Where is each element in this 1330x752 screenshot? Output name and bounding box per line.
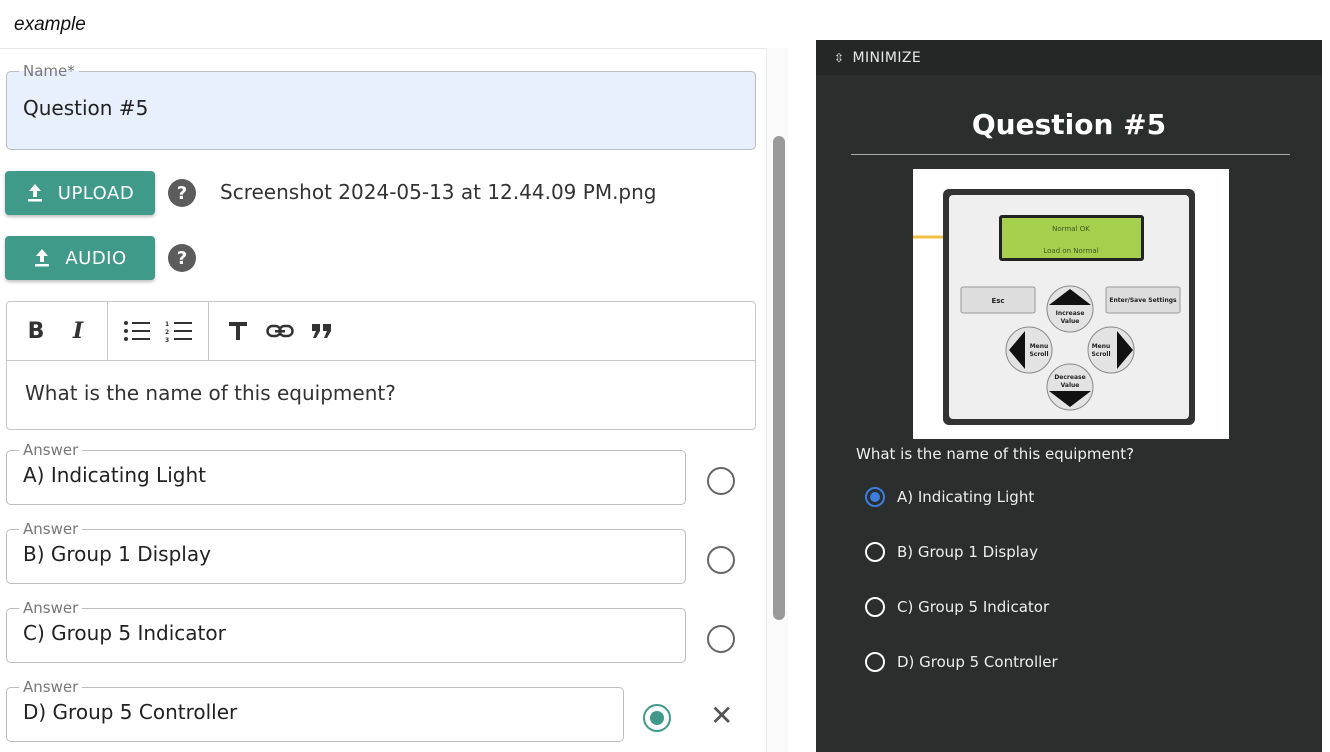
svg-text:Enter/Save Settings: Enter/Save Settings	[1109, 297, 1177, 304]
uploaded-filename: Screenshot 2024-05-13 at 12.44.09 PM.png	[220, 180, 657, 204]
lcd-line-2: Load on Normal	[1043, 247, 1098, 255]
preview-option-b[interactable]: B) Group 1 Display	[865, 542, 1038, 562]
upload-icon	[27, 184, 42, 202]
caption: example	[14, 14, 86, 35]
quote-icon[interactable]	[301, 311, 343, 351]
preview-option-c[interactable]: C) Group 5 Indicator	[865, 597, 1049, 617]
svg-text:Decrease: Decrease	[1054, 374, 1085, 381]
rich-text-toolbar: B I 123	[7, 302, 755, 361]
link-icon[interactable]	[259, 311, 301, 351]
answer-field-a[interactable]: Answer A) Indicating Light	[6, 443, 686, 505]
preview-divider	[851, 154, 1290, 155]
answer-label: Answer	[23, 678, 79, 696]
radio-icon[interactable]	[865, 542, 885, 562]
bold-icon[interactable]: B	[15, 311, 57, 351]
preview-option-a[interactable]: A) Indicating Light	[865, 487, 1034, 507]
scrollbar-thumb[interactable]	[773, 136, 785, 620]
svg-text:2: 2	[165, 329, 169, 336]
numbered-list-icon[interactable]: 123	[158, 311, 200, 351]
answer-label: Answer	[23, 520, 79, 538]
answer-value[interactable]: D) Group 5 Controller	[23, 700, 607, 724]
bulleted-list-icon[interactable]	[116, 311, 158, 351]
delete-answer-icon[interactable]: ✕	[710, 699, 733, 732]
upload-button[interactable]: UPLOAD	[5, 171, 155, 215]
answer-field-d[interactable]: Answer D) Group 5 Controller	[6, 680, 624, 742]
radio-icon[interactable]	[865, 597, 885, 617]
answer-value[interactable]: C) Group 5 Indicator	[23, 621, 669, 645]
upload-help-icon[interactable]: ?	[168, 179, 196, 207]
upload-icon	[35, 249, 50, 267]
minimize-bar[interactable]: ⇳ MINIMIZE	[816, 40, 1322, 75]
radio-selected-icon[interactable]	[865, 487, 885, 507]
svg-text:Menu: Menu	[1030, 343, 1049, 350]
correct-radio-a[interactable]	[707, 467, 735, 495]
minimize-label: MINIMIZE	[852, 49, 922, 66]
minimize-icon: ⇳	[834, 50, 845, 65]
name-field-value[interactable]: Question #5	[23, 96, 739, 120]
svg-text:1: 1	[165, 321, 169, 328]
rich-text-editor: B I 123 What is the name of this equipme…	[6, 301, 756, 430]
correct-radio-d[interactable]	[643, 704, 671, 732]
name-field[interactable]: Name* Question #5	[6, 64, 756, 150]
audio-button-label: AUDIO	[65, 247, 127, 269]
svg-text:Menu: Menu	[1092, 343, 1111, 350]
svg-text:3: 3	[165, 337, 169, 342]
svg-text:Esc: Esc	[991, 297, 1004, 305]
svg-text:Scroll: Scroll	[1029, 351, 1048, 358]
answer-value[interactable]: B) Group 1 Display	[23, 542, 669, 566]
heading-icon[interactable]	[217, 311, 259, 351]
svg-text:Value: Value	[1061, 382, 1080, 389]
correct-radio-c[interactable]	[707, 625, 735, 653]
italic-icon[interactable]: I	[57, 311, 99, 351]
preview-option-d[interactable]: D) Group 5 Controller	[865, 652, 1058, 672]
question-text[interactable]: What is the name of this equipment?	[7, 361, 755, 425]
answer-field-c[interactable]: Answer C) Group 5 Indicator	[6, 601, 686, 663]
answer-label: Answer	[23, 441, 79, 459]
preview-panel: ⇳ MINIMIZE Question #5 Normal OK Load on…	[816, 40, 1322, 752]
correct-radio-b[interactable]	[707, 546, 735, 574]
svg-text:Increase: Increase	[1056, 310, 1085, 317]
equipment-image: Normal OK Load on Normal Esc Enter/Save …	[913, 169, 1229, 439]
preview-question: What is the name of this equipment?	[856, 445, 1135, 463]
audio-help-icon[interactable]: ?	[168, 244, 196, 272]
upload-button-label: UPLOAD	[57, 182, 135, 204]
svg-text:Value: Value	[1061, 318, 1080, 325]
svg-text:Scroll: Scroll	[1091, 351, 1110, 358]
name-field-label: Name*	[23, 62, 75, 80]
answer-label: Answer	[23, 599, 79, 617]
radio-icon[interactable]	[865, 652, 885, 672]
preview-title: Question #5	[971, 108, 1167, 141]
answer-value[interactable]: A) Indicating Light	[23, 463, 669, 487]
editor-scrollbar[interactable]	[766, 48, 788, 752]
question-editor: Name* Question #5 UPLOAD ? Screenshot 20…	[0, 48, 766, 752]
lcd-line-1: Normal OK	[1052, 225, 1090, 233]
audio-button[interactable]: AUDIO	[5, 236, 155, 280]
answer-field-b[interactable]: Answer B) Group 1 Display	[6, 522, 686, 584]
